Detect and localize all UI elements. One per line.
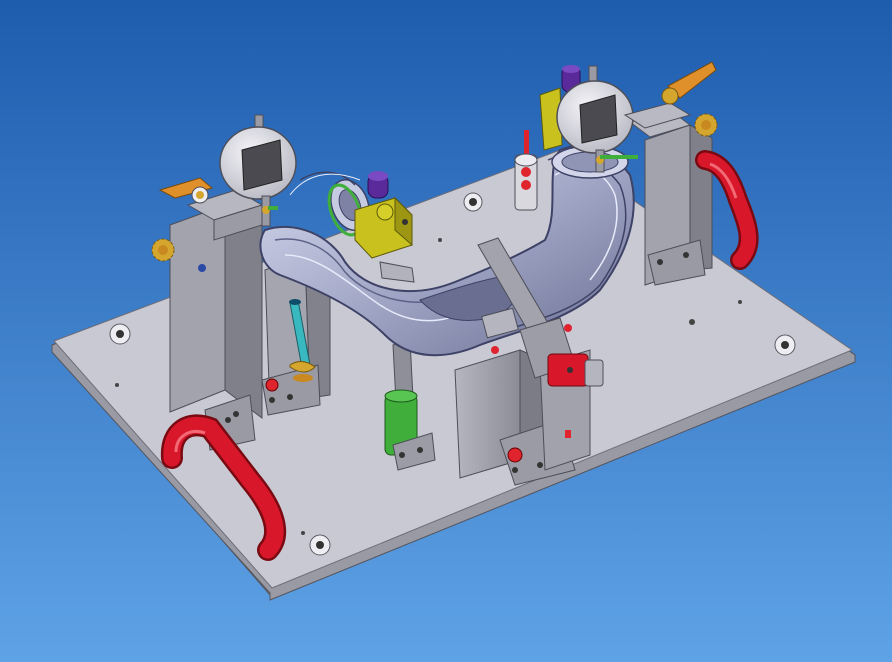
right-knurled-knob-icon — [694, 113, 718, 137]
cad-viewport[interactable] — [0, 0, 892, 662]
fixture-scene — [0, 0, 892, 662]
left-knurled-knob-icon — [151, 238, 175, 262]
